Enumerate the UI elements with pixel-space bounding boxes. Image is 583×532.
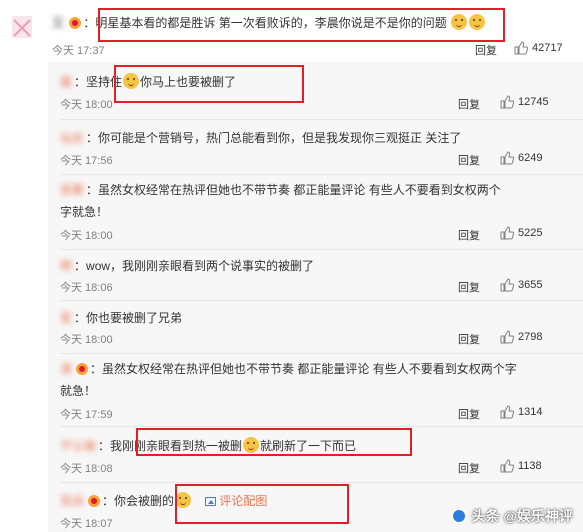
highlight-box (136, 428, 412, 456)
comment-body: 虽然女权经常在热评但她也不带节奏 都正能量评论 有些人不要看到女权两个 (98, 183, 501, 197)
highlight-box (98, 8, 505, 42)
colon: ： (98, 439, 111, 453)
vip-badge-icon (88, 495, 101, 507)
main-comment: 又 ：明星基本看的都是胜诉 第一次看败诉的，李晨你说是不是你的问题 今天 17:… (0, 0, 583, 62)
reply-button[interactable]: 回复 (458, 152, 480, 168)
comment-body-continued: 字就急！ (60, 205, 109, 219)
like-count: 6249 (518, 152, 543, 164)
like-button[interactable]: 2798 (500, 330, 542, 344)
reply-button[interactable]: 回复 (458, 331, 480, 347)
comment-body: 你可能是个营销号，热门总能看到你，但是我发现你三观挺正 关注了 (98, 131, 462, 145)
reply-text: 清 ：虽然女权经常在热评但她也不带节奏 都正能量评论 有些人不要看到女权两个字 (60, 360, 517, 377)
reply-text: 茗：你也要被删了兄弟 (60, 309, 182, 326)
reply-text: 啊：wow，我刚刚亲眼看到两个说事实的被删了 (60, 257, 314, 274)
vip-badge-icon (69, 17, 82, 29)
divider (60, 353, 583, 354)
comment-body: 虽然女权经常在热评但她也不带节奏 都正能量评论 有些人不要看到女权两个字 (102, 362, 517, 376)
toutiao-logo-icon (451, 508, 468, 524)
thumbs-up-icon (500, 278, 514, 292)
like-button[interactable]: 5225 (500, 226, 542, 240)
colon: ： (83, 16, 96, 30)
vip-badge-icon (76, 363, 89, 375)
reply-button[interactable]: 回复 (458, 406, 480, 422)
username[interactable]: 茗 (60, 309, 72, 326)
colon: ： (74, 259, 87, 273)
like-count: 2798 (518, 331, 543, 343)
username[interactable]: 仙女 (60, 129, 84, 146)
divider (60, 426, 583, 427)
like-count: 1314 (518, 406, 543, 418)
avatar[interactable] (8, 12, 36, 42)
reply-text: 仙女 ：你可能是个营销号，热门总能看到你，但是我发现你三观挺正 关注了 (60, 129, 461, 146)
username[interactable]: 啊 (60, 257, 72, 274)
thumbs-up-icon (500, 151, 514, 165)
reply-button[interactable]: 回复 (475, 42, 497, 58)
weibo-comment-thread: 又 ：明星基本看的都是胜诉 第一次看败诉的，李晨你说是不是你的问题 今天 17:… (0, 0, 583, 532)
divider (60, 119, 583, 120)
colon: ： (86, 131, 99, 145)
thumbs-up-icon (500, 459, 514, 473)
watermark-text: 头条 @娱乐神评 (471, 508, 573, 524)
comment-body: wow，我刚刚亲眼看到两个说事实的被删了 (86, 259, 315, 273)
highlight-box (114, 65, 304, 103)
colon: ： (86, 183, 99, 197)
comment-body: 你也要被删了兄弟 (86, 311, 183, 325)
reply-button[interactable]: 回复 (458, 227, 480, 243)
timestamp: 今天 18:08 (60, 463, 113, 475)
like-count: 42717 (532, 42, 563, 54)
thumbs-up-icon (500, 330, 514, 344)
reply-button[interactable]: 回复 (458, 279, 480, 295)
divider (60, 482, 583, 483)
timestamp: 今天 18:00 (60, 230, 113, 242)
like-button[interactable]: 12745 (500, 95, 549, 109)
divider (60, 174, 583, 175)
reply-button[interactable]: 回复 (458, 460, 480, 476)
username[interactable]: 清 (60, 360, 72, 377)
like-button[interactable]: 1314 (500, 405, 542, 419)
timestamp: 今天 17:56 (60, 155, 113, 167)
timestamp: 今天 18:00 (60, 334, 113, 346)
reply-text: 很累 ：虽然女权经常在热评但她也不带节奏 都正能量评论 有些人不要看到女权两个 (60, 181, 501, 198)
timestamp: 今天 18:07 (60, 518, 113, 530)
thumbs-up-icon (500, 95, 514, 109)
like-button[interactable]: 3655 (500, 278, 542, 292)
colon: ： (74, 75, 87, 89)
timestamp: 今天 18:00 (60, 99, 113, 111)
like-button[interactable]: 1138 (500, 459, 542, 473)
colon: ： (90, 362, 103, 376)
timestamp: 今天 18:06 (60, 282, 113, 294)
thumbs-up-icon (500, 226, 514, 240)
highlight-box (175, 484, 349, 524)
timestamp: 今天 17:37 (52, 45, 105, 57)
thumbs-up-icon (514, 41, 528, 55)
like-button[interactable]: 6249 (500, 151, 542, 165)
like-count: 3655 (518, 279, 543, 291)
comment-body-continued: 就急！ (60, 384, 97, 398)
like-button[interactable]: 42717 (514, 41, 563, 55)
thumbs-up-icon (500, 405, 514, 419)
like-count: 12745 (518, 96, 549, 108)
reply-list: 霙：坚持住 你马上也要被删了 今天 18:00 回复 12745 仙女 ：你可能是个… (48, 62, 583, 532)
username[interactable]: 又 (52, 14, 64, 31)
username[interactable]: 很累 (60, 181, 84, 198)
comment-body: 你会被删的 (114, 494, 175, 508)
reply-button[interactable]: 回复 (458, 96, 480, 112)
username[interactable]: 不认输 (60, 437, 96, 454)
divider (60, 249, 583, 250)
watermark: 头条 @娱乐神评 (451, 506, 573, 526)
divider (60, 300, 583, 301)
like-count: 5225 (518, 227, 543, 239)
like-count: 1138 (518, 460, 542, 472)
username[interactable]: 耳朵 (60, 492, 84, 509)
username[interactable]: 霙 (60, 73, 72, 90)
colon: ： (102, 494, 115, 508)
colon: ： (74, 311, 87, 325)
timestamp: 今天 17:59 (60, 409, 113, 421)
